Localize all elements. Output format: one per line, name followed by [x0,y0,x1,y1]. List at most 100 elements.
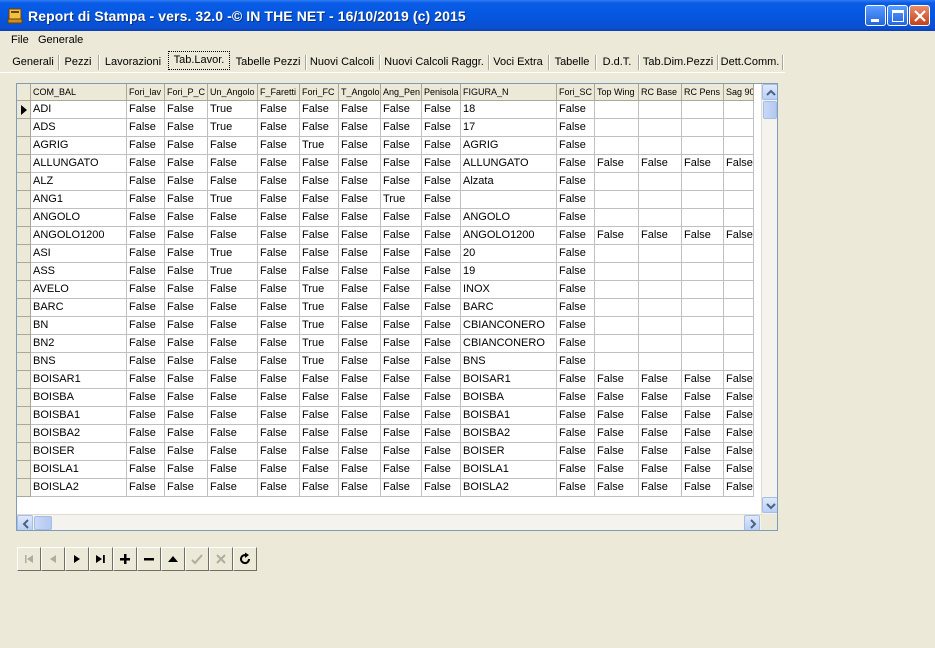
table-cell[interactable]: True [300,317,339,335]
table-cell[interactable] [682,353,724,371]
tab-nuovi-calcoli[interactable]: Nuovi Calcoli [308,53,376,72]
table-cell[interactable]: False [422,119,461,137]
table-cell[interactable] [682,281,724,299]
table-cell[interactable]: ANG1 [31,191,127,209]
table-cell[interactable]: False [165,335,208,353]
table-cell[interactable]: False [300,371,339,389]
table-cell[interactable]: False [258,119,300,137]
table-cell[interactable]: False [208,227,258,245]
table-cell[interactable]: BOISBA2 [461,425,557,443]
tab-generali[interactable]: Generali [8,53,58,72]
table-cell[interactable]: False [258,479,300,497]
column-header[interactable]: Ang_Pen [381,84,422,101]
table-cell[interactable]: False [258,281,300,299]
table-cell[interactable]: False [258,173,300,191]
title-bar[interactable]: Report di Stampa - vers. 32.0 -© IN THE … [0,0,935,31]
table-cell[interactable]: False [557,101,595,119]
table-cell[interactable]: False [165,299,208,317]
table-cell[interactable] [639,137,682,155]
table-cell[interactable]: False [165,191,208,209]
table-cell[interactable]: False [422,407,461,425]
table-cell[interactable]: False [557,353,595,371]
tab-dett-comm[interactable]: Dett.Comm. [719,53,781,72]
row-indicator[interactable] [17,173,31,191]
tab-nuovi-calcoli-raggr[interactable]: Nuovi Calcoli Raggr. [382,53,486,72]
table-cell[interactable]: False [339,299,381,317]
insert-record-button[interactable] [113,547,137,571]
table-cell[interactable] [682,317,724,335]
table-cell[interactable]: False [381,425,422,443]
table-cell[interactable]: False [165,461,208,479]
table-cell[interactable]: False [557,443,595,461]
table-cell[interactable] [724,335,754,353]
table-cell[interactable]: False [258,263,300,281]
table-cell[interactable] [724,209,754,227]
table-cell[interactable]: False [208,335,258,353]
column-header[interactable]: Fori_FC [300,84,339,101]
table-cell[interactable]: False [339,407,381,425]
table-cell[interactable]: True [208,101,258,119]
table-cell[interactable]: BARC [461,299,557,317]
table-cell[interactable]: False [381,209,422,227]
table-cell[interactable]: False [381,281,422,299]
table-cell[interactable]: False [422,191,461,209]
row-indicator[interactable] [17,263,31,281]
table-cell[interactable]: False [127,263,165,281]
table-cell[interactable]: False [682,425,724,443]
table-cell[interactable]: True [300,299,339,317]
table-cell[interactable]: False [639,227,682,245]
table-cell[interactable]: False [682,389,724,407]
table-cell[interactable]: False [165,263,208,281]
table-cell[interactable]: False [339,119,381,137]
table-cell[interactable]: False [339,353,381,371]
tab-tab-dim-pezzi[interactable]: Tab.Dim.Pezzi [640,53,716,72]
table-cell[interactable] [682,119,724,137]
table-cell[interactable]: BOISBA [461,389,557,407]
table-cell[interactable]: False [682,371,724,389]
row-indicator[interactable] [17,389,31,407]
table-cell[interactable] [724,299,754,317]
table-cell[interactable]: True [300,335,339,353]
table-cell[interactable]: False [127,407,165,425]
table-cell[interactable]: False [557,209,595,227]
row-indicator[interactable] [17,407,31,425]
table-cell[interactable]: False [557,245,595,263]
table-cell[interactable] [724,119,754,137]
table-cell[interactable]: False [339,191,381,209]
scroll-up-button[interactable] [762,84,777,100]
table-cell[interactable] [595,173,639,191]
table-cell[interactable]: False [339,245,381,263]
table-cell[interactable]: False [422,263,461,281]
table-cell[interactable]: False [258,371,300,389]
table-cell[interactable]: False [258,137,300,155]
table-cell[interactable]: False [381,407,422,425]
delete-record-button[interactable] [137,547,161,571]
minimize-button[interactable] [865,5,886,26]
table-cell[interactable]: BNS [31,353,127,371]
table-cell[interactable]: False [127,191,165,209]
table-cell[interactable] [724,137,754,155]
table-cell[interactable]: False [595,443,639,461]
table-cell[interactable]: False [127,119,165,137]
table-cell[interactable] [595,299,639,317]
table-cell[interactable]: False [208,281,258,299]
table-cell[interactable]: False [595,227,639,245]
table-cell[interactable]: False [724,155,754,173]
table-cell[interactable] [461,191,557,209]
table-cell[interactable]: False [258,389,300,407]
table-cell[interactable]: False [682,461,724,479]
table-cell[interactable] [639,191,682,209]
column-header[interactable]: T_Angolo [339,84,381,101]
table-cell[interactable]: False [300,425,339,443]
table-cell[interactable]: BOISLA2 [461,479,557,497]
table-cell[interactable]: BOISBA1 [31,407,127,425]
table-cell[interactable]: BOISLA1 [461,461,557,479]
table-cell[interactable]: ANGOLO [31,209,127,227]
table-cell[interactable]: False [381,317,422,335]
table-cell[interactable]: BOISBA2 [31,425,127,443]
table-cell[interactable] [639,245,682,263]
table-cell[interactable]: False [639,443,682,461]
table-cell[interactable]: False [381,173,422,191]
table-cell[interactable]: False [557,479,595,497]
first-record-button[interactable] [17,547,41,571]
